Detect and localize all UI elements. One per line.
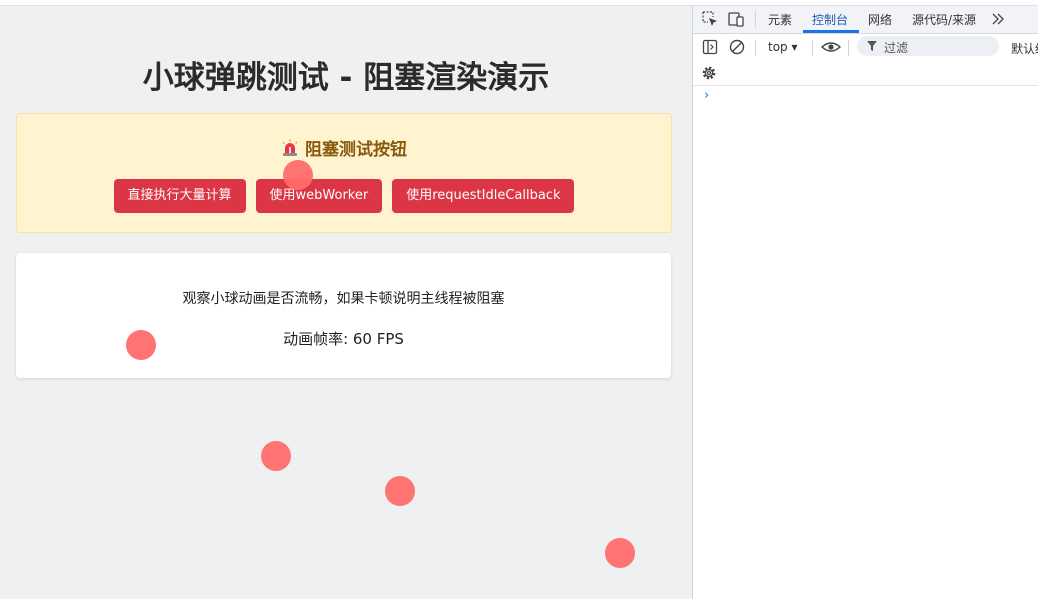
devtools-panel: 元素 控制台 网络 源代码/来源 top ▾ 过滤 默认 › [692, 6, 1038, 599]
console-settings-row [693, 62, 1038, 86]
console-prompt-chevron-icon[interactable]: › [704, 88, 709, 103]
fps-counter: 动画帧率: 60 FPS [283, 330, 404, 348]
console-filter-input[interactable]: 过滤 [857, 36, 999, 56]
inspect-element-icon[interactable] [702, 11, 718, 27]
sidebar-toggle-icon[interactable] [702, 39, 718, 55]
bouncing-ball [283, 160, 313, 190]
chevron-double-right-icon[interactable] [990, 11, 1006, 27]
request-idle-callback-button[interactable]: 使用requestIdleCallback [392, 179, 575, 213]
block-test-heading-text: 阻塞测试按钮 [305, 140, 407, 160]
context-selector[interactable]: top ▾ [768, 40, 798, 54]
bouncing-ball [385, 476, 415, 506]
bouncing-ball [261, 441, 291, 471]
toolbar-separator [848, 40, 849, 56]
eye-icon[interactable] [821, 39, 841, 55]
filter-placeholder: 过滤 [884, 41, 909, 55]
block-test-heading: 阻塞测试按钮 [17, 135, 671, 160]
active-tab-indicator [803, 30, 859, 33]
info-card: 观察小球动画是否流畅，如果卡顿说明主线程被阻塞 动画帧率: 60 FPS [16, 253, 671, 378]
block-test-card: 阻塞测试按钮 直接执行大量计算 使用webWorker 使用requestIdl… [16, 113, 672, 233]
bouncing-ball [605, 538, 635, 568]
device-toolbar-icon[interactable] [728, 11, 744, 27]
info-text: 观察小球动画是否流畅，如果卡顿说明主线程被阻塞 [182, 291, 505, 307]
toolbar-separator [755, 40, 756, 56]
gear-icon[interactable] [701, 65, 717, 81]
context-value: top [768, 40, 788, 54]
bouncing-ball [126, 330, 156, 360]
direct-compute-button[interactable]: 直接执行大量计算 [113, 179, 246, 213]
tab-sources[interactable]: 源代码/来源 [912, 11, 976, 28]
web-worker-button[interactable]: 使用webWorker [255, 179, 383, 213]
filter-icon [867, 41, 877, 51]
tab-elements[interactable]: 元素 [768, 11, 792, 28]
page-title: 小球弹跳测试 - 阻塞渲染演示 [142, 60, 550, 96]
toolbar-separator [812, 40, 813, 56]
log-levels-dropdown[interactable]: 默认级 [1011, 40, 1038, 57]
siren-icon [282, 139, 298, 156]
tab-separator [755, 11, 756, 27]
page-viewport: 小球弹跳测试 - 阻塞渲染演示 阻塞测试按钮 直接执行大量计算 使用webWor… [0, 6, 692, 599]
tab-network[interactable]: 网络 [868, 11, 892, 28]
clear-console-icon[interactable] [729, 39, 745, 55]
block-test-button-row: 直接执行大量计算 使用webWorker 使用requestIdleCallba… [17, 179, 671, 213]
console-toolbar: top ▾ 过滤 默认级 [693, 34, 1038, 62]
devtools-tab-bar: 元素 控制台 网络 源代码/来源 [693, 6, 1038, 34]
tab-console[interactable]: 控制台 [812, 11, 848, 28]
